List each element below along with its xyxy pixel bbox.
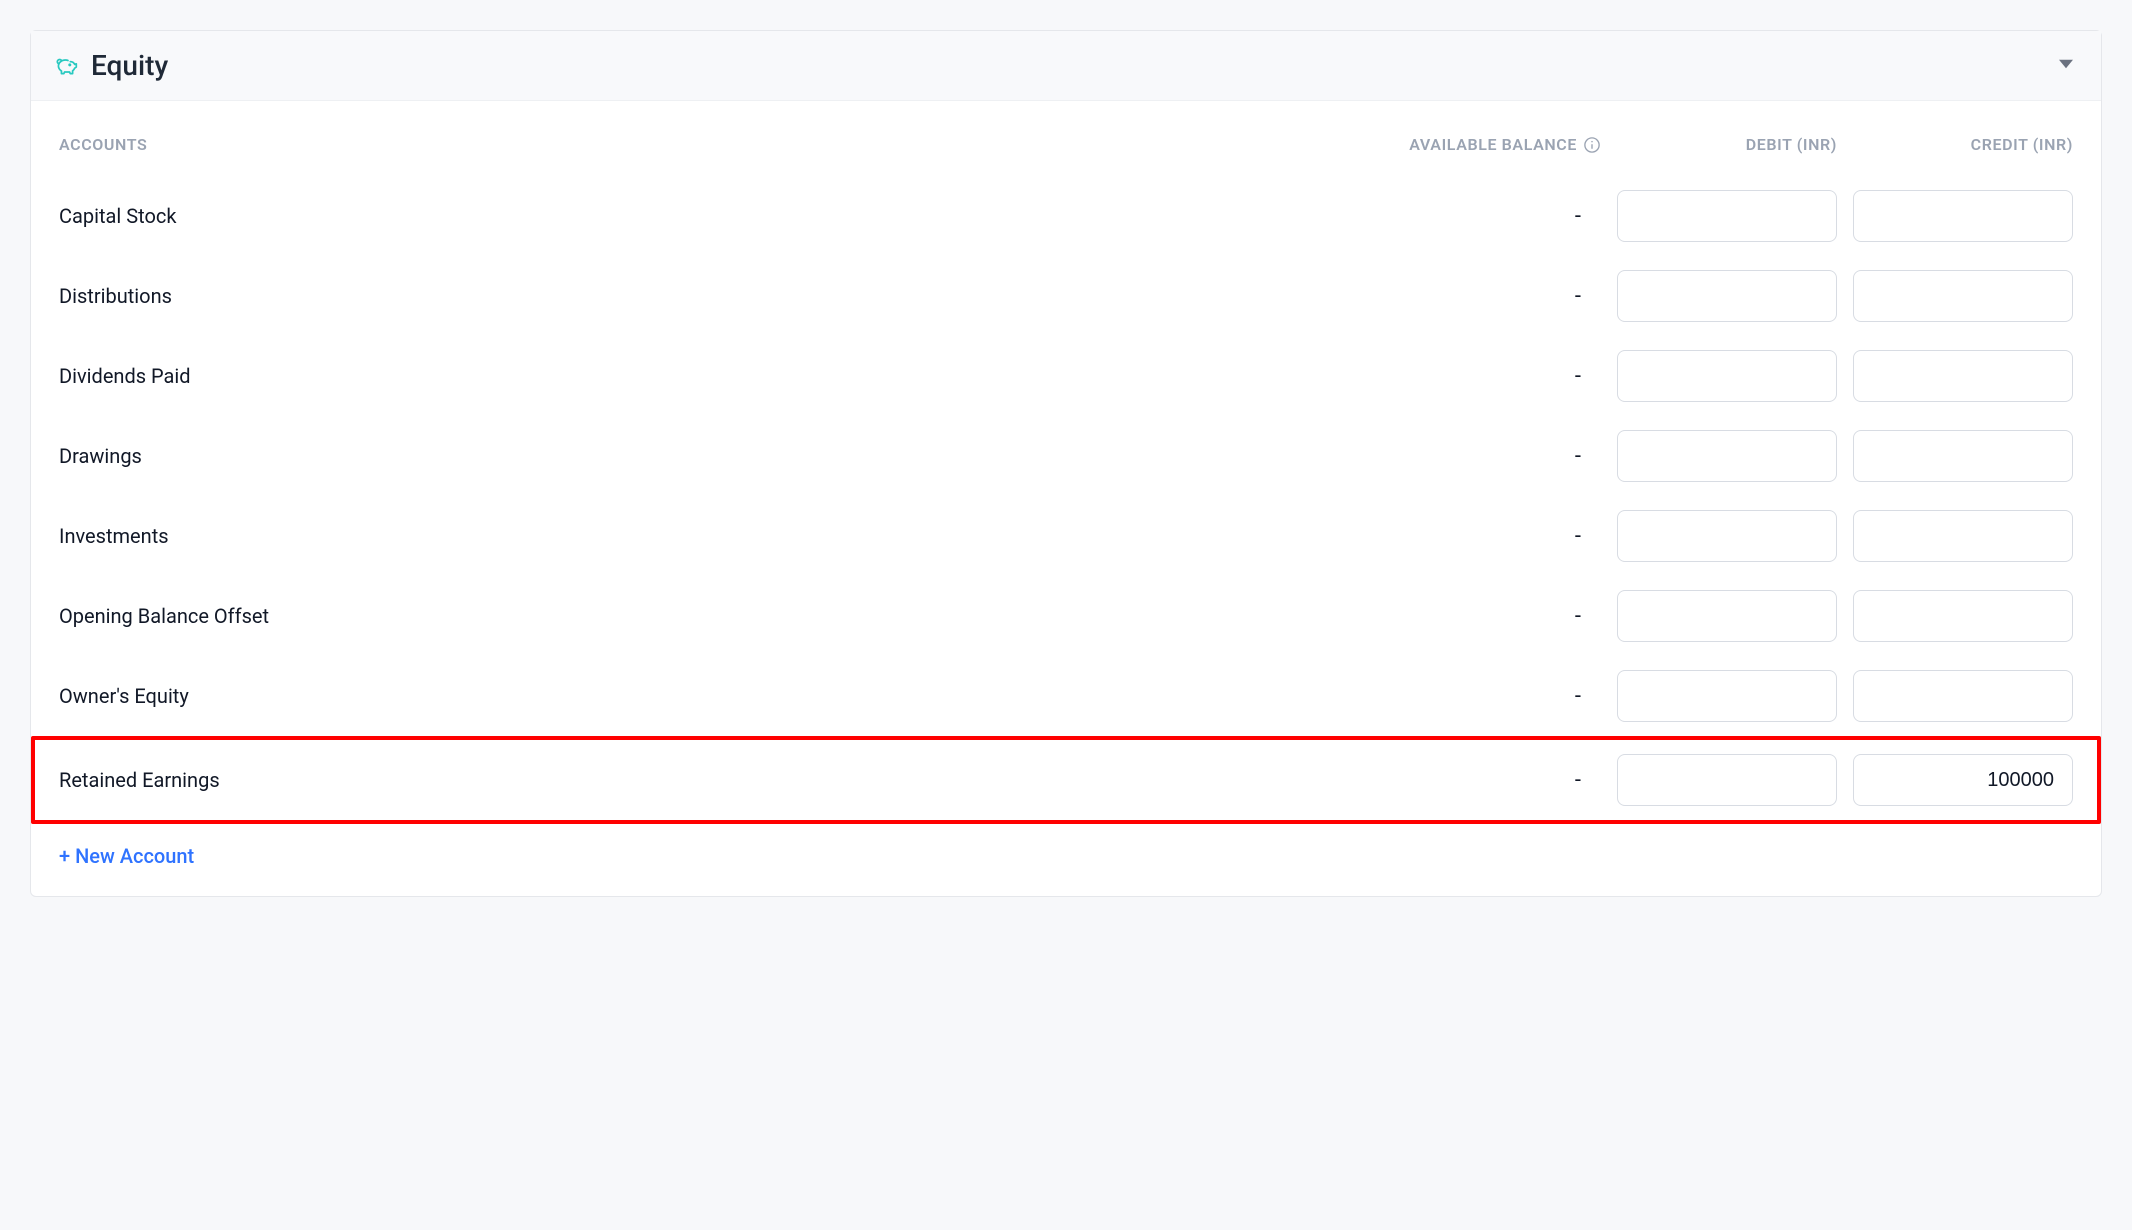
debit-input[interactable]: [1617, 350, 1837, 402]
available-balance-value: -: [1321, 444, 1601, 469]
credit-input[interactable]: [1853, 270, 2073, 322]
credit-input[interactable]: [1853, 510, 2073, 562]
table-row: Capital Stock-: [59, 176, 2073, 256]
section-header[interactable]: Equity: [31, 31, 2101, 101]
credit-input[interactable]: [1853, 430, 2073, 482]
section-title: Equity: [91, 49, 168, 82]
available-balance-value: -: [1321, 684, 1601, 709]
table-row: Owner's Equity-: [59, 656, 2073, 736]
table-row: Retained Earnings-: [31, 736, 2101, 824]
col-header-debit: DEBIT (INR): [1617, 135, 1837, 154]
account-name: Capital Stock: [59, 204, 1305, 228]
chevron-down-icon[interactable]: [2059, 57, 2073, 75]
available-balance-value: -: [1321, 284, 1601, 309]
piggybank-icon: [53, 53, 79, 79]
accounts-table: ACCOUNTS AVAILABLE BALANCE DEBIT (INR) C…: [31, 101, 2101, 896]
section-title-wrap: Equity: [53, 49, 168, 82]
credit-input[interactable]: [1853, 190, 2073, 242]
available-balance-value: -: [1321, 524, 1601, 549]
table-header-row: ACCOUNTS AVAILABLE BALANCE DEBIT (INR) C…: [59, 121, 2073, 176]
debit-input[interactable]: [1617, 430, 1837, 482]
debit-input[interactable]: [1617, 190, 1837, 242]
account-name: Dividends Paid: [59, 364, 1305, 388]
debit-input[interactable]: [1617, 754, 1837, 806]
credit-input[interactable]: [1853, 754, 2073, 806]
table-row: Opening Balance Offset-: [59, 576, 2073, 656]
credit-input[interactable]: [1853, 670, 2073, 722]
table-row: Drawings-: [59, 416, 2073, 496]
rows-container: Capital Stock-Distributions-Dividends Pa…: [59, 176, 2073, 824]
account-name: Opening Balance Offset: [59, 604, 1305, 628]
info-icon[interactable]: [1583, 136, 1601, 154]
table-row: Investments-: [59, 496, 2073, 576]
table-row: Distributions-: [59, 256, 2073, 336]
account-name: Retained Earnings: [59, 768, 1305, 792]
col-header-credit: CREDIT (INR): [1853, 135, 2073, 154]
col-header-balance-text: AVAILABLE BALANCE: [1409, 135, 1577, 154]
account-name: Investments: [59, 524, 1305, 548]
debit-input[interactable]: [1617, 590, 1837, 642]
col-header-accounts: ACCOUNTS: [59, 135, 1305, 154]
col-header-balance: AVAILABLE BALANCE: [1321, 135, 1601, 154]
new-account-link[interactable]: + New Account: [59, 844, 194, 868]
account-name: Drawings: [59, 444, 1305, 468]
table-row: Dividends Paid-: [59, 336, 2073, 416]
credit-input[interactable]: [1853, 350, 2073, 402]
debit-input[interactable]: [1617, 270, 1837, 322]
account-name: Owner's Equity: [59, 684, 1305, 708]
credit-input[interactable]: [1853, 590, 2073, 642]
available-balance-value: -: [1321, 768, 1601, 793]
available-balance-value: -: [1321, 364, 1601, 389]
equity-section-card: Equity ACCOUNTS AVAILABLE BALANCE DEBIT …: [30, 30, 2102, 897]
available-balance-value: -: [1321, 604, 1601, 629]
available-balance-value: -: [1321, 204, 1601, 229]
debit-input[interactable]: [1617, 510, 1837, 562]
debit-input[interactable]: [1617, 670, 1837, 722]
account-name: Distributions: [59, 284, 1305, 308]
